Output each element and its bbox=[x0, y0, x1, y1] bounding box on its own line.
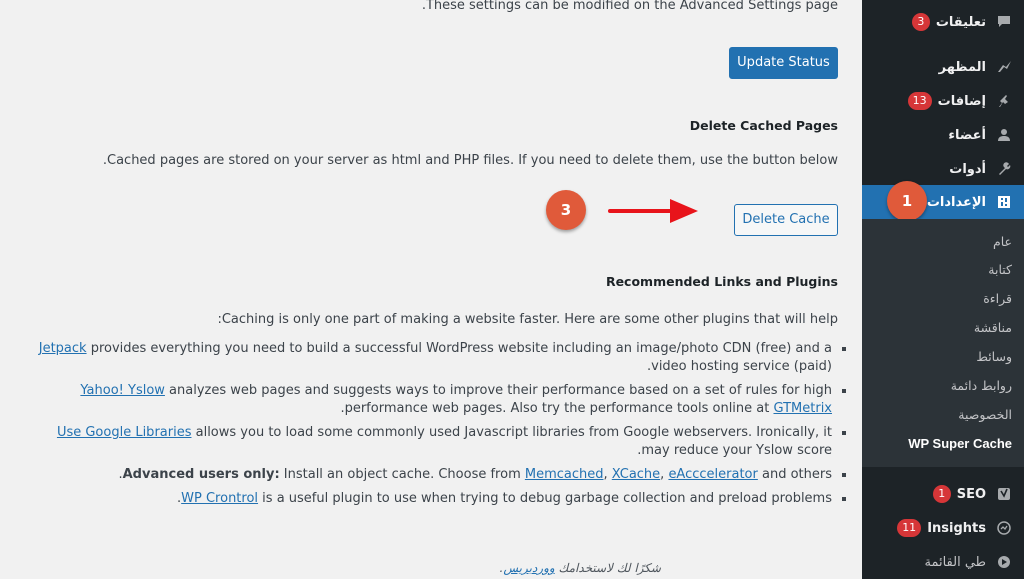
submenu-item-general[interactable]: عام bbox=[993, 234, 1012, 249]
recommended-intro: Caching is only one part of making a web… bbox=[217, 312, 838, 327]
comments-count-badge: 3 bbox=[911, 13, 930, 31]
advanced-users-label: Advanced users only: bbox=[122, 467, 280, 482]
appearance-icon bbox=[994, 57, 1014, 77]
wp-crontrol-description: is a useful plugin to use when trying to… bbox=[177, 491, 832, 506]
callout-three: 3 bbox=[546, 190, 586, 230]
tools-icon bbox=[994, 159, 1014, 179]
plugins-count-badge: 13 bbox=[907, 92, 932, 110]
list-item: WP Crontrol is a useful plugin to use wh… bbox=[36, 490, 846, 508]
insights-count-badge: 11 bbox=[897, 519, 922, 537]
recommended-heading: Recommended Links and Plugins bbox=[605, 274, 838, 289]
settings-icon bbox=[994, 192, 1014, 212]
delete-cached-description: Cached pages are stored on your server a… bbox=[102, 153, 838, 168]
admin-sidebar: تعليقات 3 المظهر إضافات 13 أعضاء أدوات ا… bbox=[854, 0, 1024, 579]
sidebar-item-label: طي القائمة bbox=[924, 554, 986, 570]
active-indicator bbox=[854, 194, 862, 210]
list-item: Jetpack provides everything you need to … bbox=[36, 340, 846, 376]
eaccelerator-link[interactable]: eAcccelerator bbox=[668, 467, 757, 482]
submenu-item-discussion[interactable]: مناقشة bbox=[974, 320, 1012, 335]
sidebar-item-seo[interactable]: SEO 1 bbox=[862, 477, 1024, 511]
users-icon bbox=[994, 125, 1014, 145]
jetpack-description: provides everything you need to build a … bbox=[86, 341, 832, 374]
settings-submenu bbox=[862, 219, 1024, 467]
sidebar-item-plugins[interactable]: إضافات 13 bbox=[862, 84, 1024, 118]
comments-icon bbox=[994, 12, 1014, 32]
advanced-settings-note: These settings can be modified on the Ad… bbox=[421, 0, 838, 13]
sidebar-item-tools[interactable]: أدوات bbox=[862, 152, 1024, 186]
sidebar-item-label: Insights bbox=[927, 520, 986, 536]
sidebar-item-label: أعضاء bbox=[948, 127, 986, 143]
plugins-icon bbox=[994, 91, 1014, 111]
footer-thanks: شكرًا لك لاستخدامك ووردبريس. bbox=[500, 561, 661, 575]
plugin-list: Jetpack provides everything you need to … bbox=[36, 340, 846, 514]
submenu-item-reading[interactable]: قراءة bbox=[983, 291, 1012, 306]
sidebar-item-label: إضافات bbox=[937, 93, 986, 109]
red-arrow-icon bbox=[608, 199, 698, 223]
insights-icon bbox=[994, 518, 1014, 538]
jetpack-link[interactable]: Jetpack bbox=[39, 341, 87, 356]
gtmetrix-link[interactable]: GTMetrix bbox=[773, 401, 832, 416]
list-item: Advanced users only: Install an object c… bbox=[36, 466, 846, 484]
submenu-item-wp-super-cache[interactable]: WP Super Cache bbox=[908, 436, 1012, 451]
bullet bbox=[842, 473, 846, 477]
bullet bbox=[842, 431, 846, 435]
submenu-item-permalinks[interactable]: روابط دائمة bbox=[951, 378, 1012, 393]
update-status-button[interactable]: Update Status bbox=[729, 47, 838, 79]
object-cache-text: Install an object cache. Choose from bbox=[279, 467, 525, 482]
list-item: Yahoo! Yslow analyzes web pages and sugg… bbox=[36, 382, 846, 418]
sidebar-item-users[interactable]: أعضاء bbox=[862, 118, 1024, 152]
yoast-icon bbox=[994, 484, 1014, 504]
sidebar-item-label: المظهر bbox=[938, 59, 986, 75]
sidebar-item-appearance[interactable]: المظهر bbox=[862, 50, 1024, 84]
collapse-menu-button[interactable]: طي القائمة bbox=[862, 545, 1024, 579]
bullet bbox=[842, 497, 846, 501]
seo-count-badge: 1 bbox=[932, 485, 951, 503]
sidebar-item-insights[interactable]: Insights 11 bbox=[862, 511, 1024, 545]
list-item: Use Google Libraries allows you to load … bbox=[36, 424, 846, 460]
wordpress-link[interactable]: ووردبريس bbox=[503, 561, 554, 575]
submenu-item-writing[interactable]: كتابة bbox=[988, 262, 1012, 277]
separator: , bbox=[603, 467, 612, 482]
memcached-link[interactable]: Memcached bbox=[525, 467, 604, 482]
sidebar-item-label: تعليقات bbox=[935, 14, 986, 30]
footer-thanks-text: شكرًا لك لاستخدامك bbox=[558, 561, 661, 575]
submenu-item-media[interactable]: وسائط bbox=[976, 349, 1012, 364]
sidebar-item-comments[interactable]: تعليقات 3 bbox=[862, 5, 1024, 39]
yslow-description: analyzes web pages and suggests ways to … bbox=[164, 383, 832, 416]
callout-one: 1 bbox=[887, 181, 927, 221]
xcache-link[interactable]: XCache bbox=[612, 467, 660, 482]
wp-crontrol-link[interactable]: WP Crontrol bbox=[181, 491, 258, 506]
submenu-item-privacy[interactable]: الخصوصية bbox=[958, 407, 1012, 422]
collapse-icon bbox=[994, 552, 1014, 572]
sidebar-item-label: أدوات bbox=[949, 161, 986, 177]
bullet bbox=[842, 347, 846, 351]
delete-cache-button[interactable]: Delete Cache bbox=[734, 204, 838, 236]
bullet bbox=[842, 389, 846, 393]
yslow-link[interactable]: Yahoo! Yslow bbox=[80, 383, 165, 398]
google-libraries-description: allows you to load some commonly used Ja… bbox=[191, 425, 832, 458]
delete-cached-heading: Delete Cached Pages bbox=[689, 118, 838, 133]
sidebar-item-label: SEO bbox=[956, 486, 986, 502]
main-content: These settings can be modified on the Ad… bbox=[0, 0, 862, 579]
google-libraries-link[interactable]: Use Google Libraries bbox=[57, 425, 192, 440]
sidebar-item-label: الإعدادات bbox=[926, 194, 986, 210]
